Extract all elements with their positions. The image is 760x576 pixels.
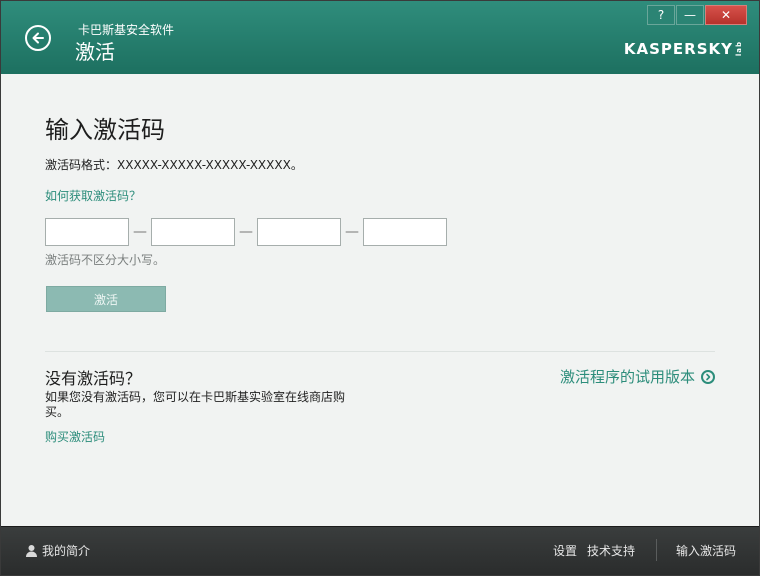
code-field-3[interactable] [257, 218, 341, 246]
activation-code-fields: — — — [45, 218, 447, 246]
settings-link[interactable]: 设置 [553, 542, 577, 559]
arrow-left-icon [32, 32, 44, 44]
code-field-2[interactable] [151, 218, 235, 246]
profile-label: 我的简介 [42, 544, 91, 558]
code-field-1[interactable] [45, 218, 129, 246]
dash-separator: — [345, 224, 359, 240]
footer-separator [656, 539, 657, 561]
page-title: 激活 [75, 40, 115, 64]
section-title: 输入激活码 [45, 116, 165, 144]
no-code-title: 没有激活码？ [45, 369, 142, 388]
close-button[interactable]: ✕ [705, 5, 747, 25]
buy-code-link[interactable]: 购买激活码 [45, 428, 105, 445]
chevron-right-circle-icon [701, 369, 715, 384]
user-icon [26, 545, 37, 557]
dash-separator: — [239, 224, 253, 240]
code-format-text: 激活码格式：XXXXX-XXXXX-XXXXX-XXXXX。 [45, 158, 303, 172]
my-profile-link[interactable]: 我的简介 [25, 542, 90, 559]
trial-link-label: 激活程序的试用版本 [559, 368, 695, 386]
minimize-button[interactable]: — [676, 5, 704, 25]
window-controls: ? — ✕ [646, 5, 747, 25]
brand-sub: lab [735, 41, 743, 57]
enter-code-link[interactable]: 输入激活码 [676, 542, 736, 559]
footer-bar: 我的简介 设置 技术支持 输入激活码 [1, 526, 759, 575]
no-code-description: 如果您没有激活码，您可以在卡巴斯基实验室在线商店购买。 [45, 390, 346, 419]
activation-window: 卡巴斯基安全软件 激活 ? — ✕ KASPERSKY lab 输入激活码 激活… [0, 0, 760, 576]
trial-version-link[interactable]: 激活程序的试用版本 [560, 366, 715, 387]
how-to-get-code-link[interactable]: 如何获取激活码？ [45, 187, 141, 204]
title-bar: 卡巴斯基安全软件 激活 ? — ✕ KASPERSKY lab [1, 1, 759, 74]
case-insensitive-note: 激活码不区分大小写。 [45, 253, 166, 267]
back-button[interactable] [25, 25, 51, 51]
kaspersky-logo: KASPERSKY lab [624, 40, 743, 58]
divider [45, 351, 715, 352]
dash-separator: — [133, 224, 147, 240]
support-link[interactable]: 技术支持 [587, 542, 635, 559]
help-button[interactable]: ? [647, 5, 675, 25]
code-field-4[interactable] [363, 218, 447, 246]
main-content: 输入激活码 激活码格式：XXXXX-XXXXX-XXXXX-XXXXX。 如何获… [1, 74, 759, 526]
brand-name: KASPERSKY [623, 40, 733, 58]
activate-button[interactable]: 激活 [46, 286, 166, 312]
